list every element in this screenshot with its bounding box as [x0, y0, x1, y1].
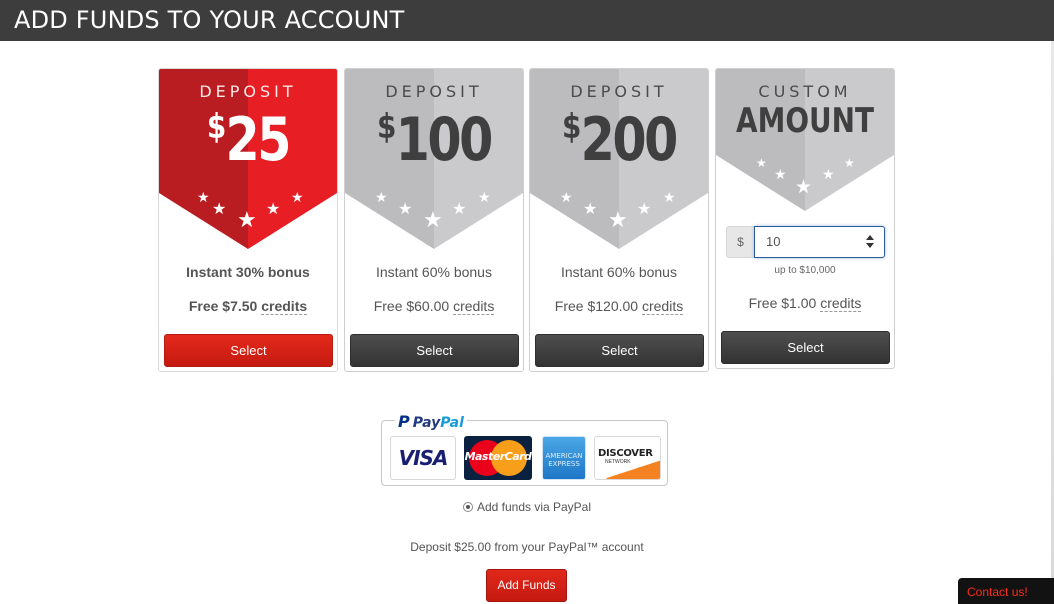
- custom-amount-input[interactable]: 10: [754, 226, 885, 258]
- plan-kicker: DEPOSIT: [570, 82, 668, 101]
- ribbon-badge: ★ ★ ★ ★ ★ CUSTOM AMOUNT: [716, 69, 894, 249]
- amount-value: 100: [395, 105, 494, 175]
- custom-amount-group: $ 10: [726, 226, 885, 258]
- credits-amount: Free $1.00: [748, 295, 817, 311]
- plan-amount: $25: [175, 105, 321, 175]
- plan-custom-title: AMOUNT: [735, 101, 875, 141]
- svg-text:★: ★: [266, 199, 280, 218]
- discover-logo: DISCOVER NETWORK: [594, 436, 661, 480]
- visa-text: VISA: [398, 446, 449, 470]
- visa-logo: VISA: [390, 436, 456, 480]
- plan-credits: Free $7.50 credits: [159, 298, 337, 315]
- radio-selected-icon[interactable]: [462, 502, 473, 512]
- currency-addon: $: [726, 226, 754, 258]
- payment-methods-box: P PayPal VISA MasterCard AMERICAN EXPRESS …: [381, 412, 668, 486]
- svg-text:★: ★: [756, 156, 767, 170]
- ribbon-badge: ★ ★ ★ ★ ★ DEPOSIT $25: [159, 69, 337, 249]
- page-title: ADD FUNDS TO YOUR ACCOUNT: [14, 6, 405, 34]
- page-header: ADD FUNDS TO YOUR ACCOUNT: [0, 0, 1054, 41]
- svg-text:★: ★: [423, 208, 443, 233]
- plan-credits: Free $1.00 credits: [716, 295, 894, 312]
- currency-symbol: $: [377, 107, 396, 147]
- select-plan-25-button[interactable]: Select: [164, 334, 333, 367]
- svg-text:★: ★: [822, 167, 835, 183]
- plan-card-200: ★ ★ ★ ★ ★ DEPOSIT $200 Instant 60% bonus…: [529, 68, 709, 372]
- svg-text:★: ★: [212, 199, 226, 218]
- credits-tooltip[interactable]: credits: [261, 298, 308, 315]
- ribbon-badge: ★ ★ ★ ★ ★ DEPOSIT $100: [345, 69, 523, 249]
- svg-text:★: ★: [663, 190, 676, 206]
- svg-text:★: ★: [197, 190, 210, 206]
- plan-card-custom: ★ ★ ★ ★ ★ CUSTOM AMOUNT $ 10 up to $10,0…: [715, 68, 895, 369]
- paypal-icon: P: [398, 412, 410, 431]
- plan-kicker: DEPOSIT: [385, 82, 483, 101]
- plan-card-100: ★ ★ ★ ★ ★ DEPOSIT $100 Instant 60% bonus…: [344, 68, 524, 372]
- add-funds-button[interactable]: Add Funds: [486, 569, 567, 602]
- svg-text:★: ★: [291, 190, 304, 206]
- amount-limit-hint: up to $10,000: [774, 265, 836, 276]
- credits-amount: Free $120.00: [554, 298, 639, 314]
- mastercard-text: MasterCard: [464, 450, 532, 463]
- svg-text:★: ★: [583, 199, 597, 218]
- plan-kicker: CUSTOM: [758, 82, 852, 101]
- ribbon-badge: ★ ★ ★ ★ ★ DEPOSIT $200: [530, 69, 708, 249]
- contact-us-button[interactable]: Contact us!: [958, 578, 1054, 604]
- plan-amount: $200: [546, 105, 692, 175]
- discover-text: DISCOVER: [598, 448, 653, 459]
- plan-credits: Free $120.00 credits: [530, 298, 708, 315]
- svg-text:★: ★: [452, 199, 466, 218]
- plan-bonus: Instant 60% bonus: [561, 264, 677, 280]
- currency-symbol: $: [206, 107, 226, 147]
- credits-tooltip[interactable]: credits: [453, 298, 495, 315]
- svg-text:★: ★: [774, 167, 787, 183]
- svg-text:★: ★: [560, 190, 573, 206]
- paypal-logo: P PayPal: [395, 412, 467, 431]
- select-plan-100-button[interactable]: Select: [350, 334, 519, 367]
- paypal-wordmark-1: Pay: [412, 415, 441, 431]
- paypal-radio-option[interactable]: Add funds via PayPal: [0, 500, 1054, 514]
- amex-text-1: AMERICAN: [545, 452, 583, 460]
- mastercard-logo: MasterCard: [464, 436, 532, 480]
- plan-bonus: Instant 30% bonus: [186, 264, 310, 280]
- credits-amount: Free $7.50: [188, 298, 258, 314]
- amount-value: 25: [225, 105, 292, 175]
- currency-symbol: $: [562, 107, 581, 147]
- amount-value: 200: [580, 105, 679, 175]
- select-plan-custom-button[interactable]: Select: [721, 331, 890, 364]
- credits-tooltip[interactable]: credits: [820, 295, 862, 312]
- svg-text:★: ★: [375, 190, 388, 206]
- custom-amount-value: 10: [766, 234, 781, 249]
- paypal-radio-label: Add funds via PayPal: [476, 500, 592, 514]
- amex-text-2: EXPRESS: [548, 460, 580, 468]
- plan-amount: $100: [361, 105, 507, 175]
- plan-kicker: DEPOSIT: [199, 82, 297, 101]
- svg-text:★: ★: [795, 176, 812, 198]
- plan-bonus: Instant 60% bonus: [376, 264, 492, 280]
- plan-card-25: ★ ★ ★ ★ ★ DEPOSIT $25 Instant 30% bonus …: [158, 68, 338, 372]
- svg-text:★: ★: [844, 156, 855, 170]
- plan-credits: Free $60.00 credits: [345, 298, 523, 315]
- svg-text:★: ★: [608, 208, 628, 233]
- spinner-arrows-icon[interactable]: [866, 235, 874, 249]
- discover-network-text: NETWORK: [605, 459, 631, 465]
- svg-text:★: ★: [398, 199, 412, 218]
- deposit-summary: Deposit $25.00 from your PayPal™ account: [410, 540, 644, 554]
- credits-amount: Free $60.00: [373, 298, 450, 314]
- select-plan-200-button[interactable]: Select: [535, 334, 704, 367]
- credits-tooltip[interactable]: credits: [641, 298, 684, 315]
- svg-text:★: ★: [637, 199, 651, 218]
- svg-text:★: ★: [237, 208, 257, 233]
- svg-text:★: ★: [478, 190, 491, 206]
- amex-logo: AMERICAN EXPRESS: [542, 436, 586, 480]
- paypal-wordmark-2: Pal: [440, 415, 464, 431]
